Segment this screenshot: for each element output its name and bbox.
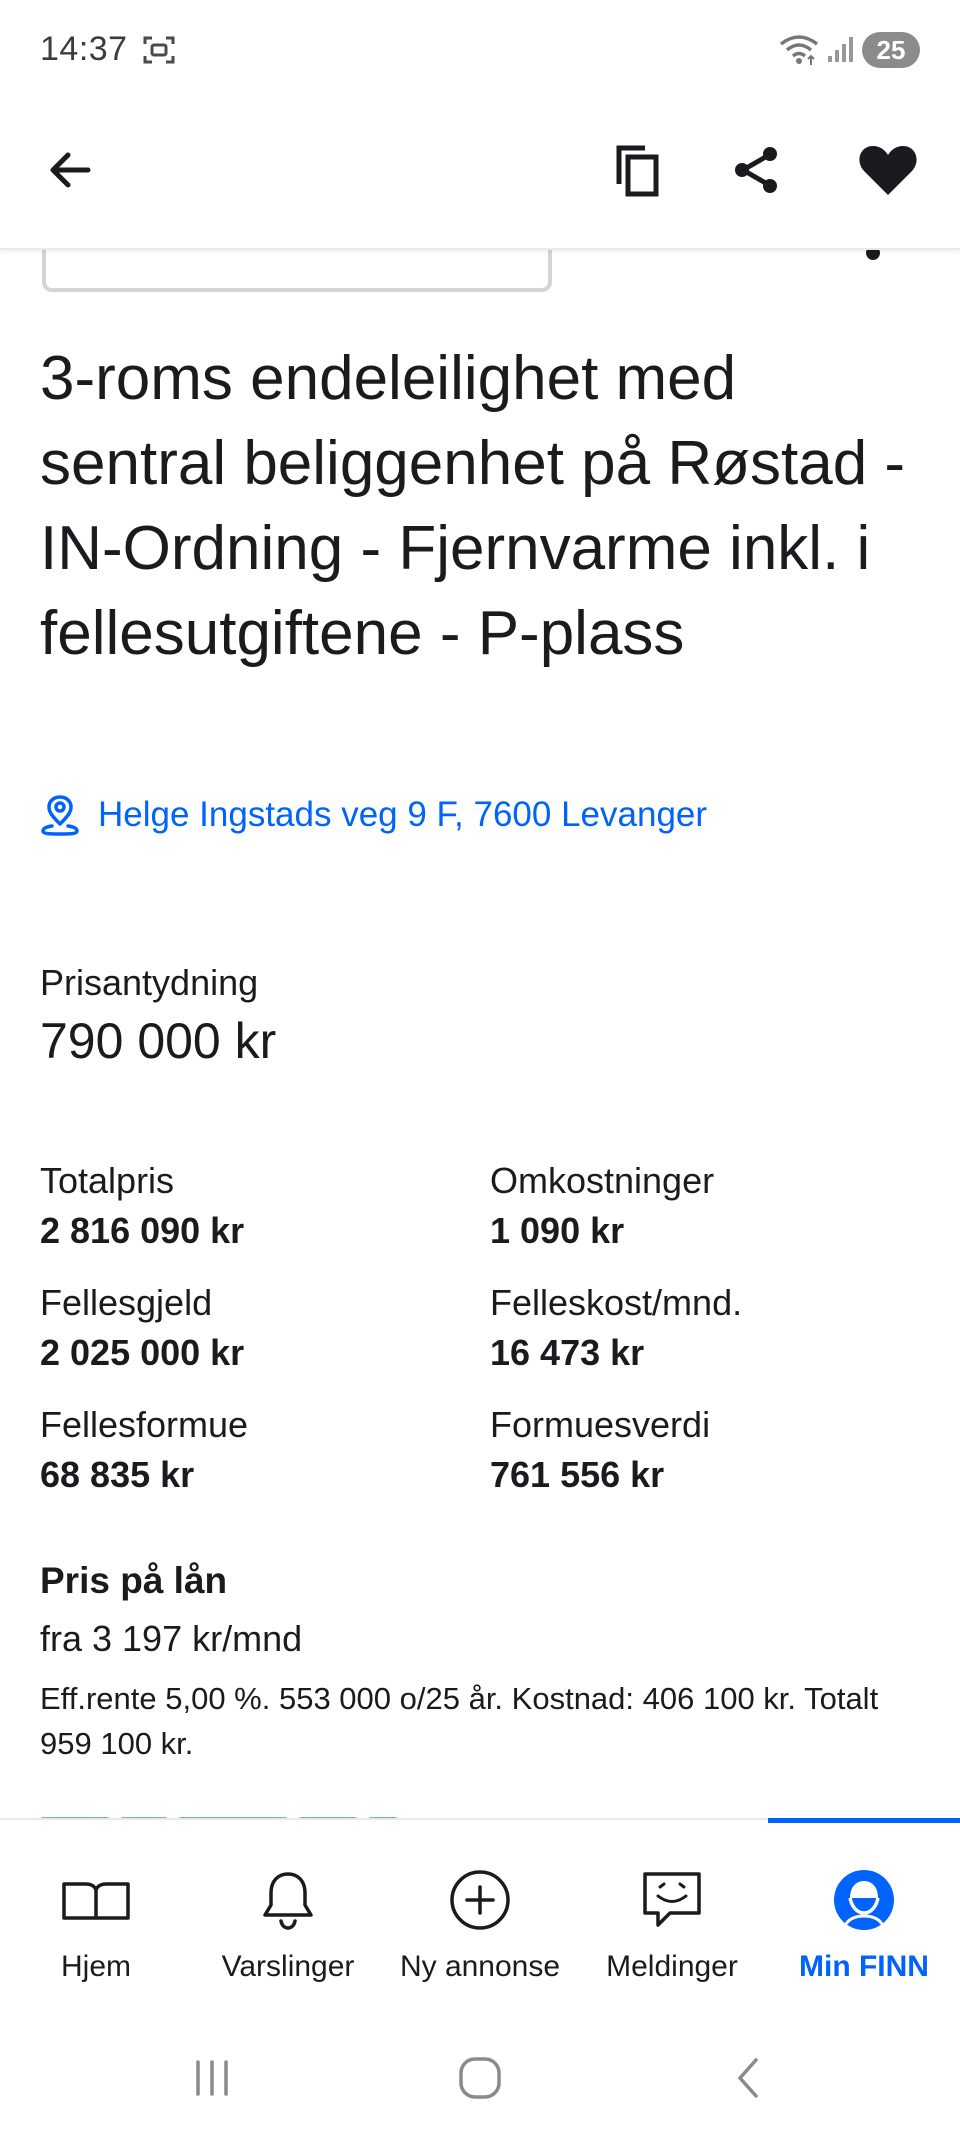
address-text: Helge Ingstads veg 9 F, 7600 Levanger: [98, 795, 708, 834]
fact-label: Formuesverdi: [490, 1404, 711, 1445]
copy-button[interactable]: [597, 130, 677, 210]
fact-felleskost: Felleskost/mnd. 16 473 kr: [490, 1278, 930, 1378]
favorite-button[interactable]: [848, 130, 928, 210]
nav-item-hjem[interactable]: Hjem: [0, 1820, 192, 2020]
share-button[interactable]: [716, 130, 796, 210]
wifi-icon: [778, 32, 820, 66]
fact-label: Felleskost/mnd.: [490, 1282, 743, 1323]
nav-label: Meldinger: [606, 1950, 738, 1983]
fact-omkostninger: Omkostninger 1 090 kr: [490, 1156, 930, 1256]
home-button[interactable]: [440, 2048, 520, 2108]
price-value: 790 000 kr: [40, 1013, 277, 1069]
recent-apps-button[interactable]: [172, 2048, 252, 2108]
fact-label: Totalpris: [40, 1160, 175, 1201]
fact-totalpris: Totalpris 2 816 090 kr: [40, 1156, 480, 1256]
fact-value: 1 090 kr: [490, 1210, 625, 1251]
fact-formuesverdi: Formuesverdi 761 556 kr: [490, 1400, 930, 1500]
heart-icon: [859, 146, 917, 195]
nav-item-meldinger[interactable]: Meldinger: [576, 1820, 768, 2020]
back-button[interactable]: [30, 130, 110, 210]
nav-label: Varslinger: [221, 1950, 355, 1983]
bottom-nav: Hjem Varslinger Ny annonse Meldinger Min…: [0, 1818, 960, 2018]
screen: 14:37 25 3-roms endeleilighet med sentra…: [0, 0, 960, 2140]
fact-fellesgjeld: Fellesgjeld 2 025 000 kr: [40, 1278, 480, 1378]
status-time: 14:37: [40, 30, 128, 68]
profile-icon: [824, 1860, 904, 1940]
recent-apps-icon: [196, 2060, 228, 2096]
location-pin-icon: [41, 795, 79, 836]
nav-item-min-finn[interactable]: Min FINN: [768, 1820, 960, 2020]
app-bar: [0, 100, 960, 250]
listing-title: 3-roms endeleilighet med sentral beligge…: [40, 344, 906, 668]
nav-label: Hjem: [60, 1950, 131, 1983]
battery-indicator: 25: [862, 32, 920, 68]
system-nav: [0, 2018, 960, 2140]
share-icon: [735, 147, 777, 193]
plus-circle-icon: [440, 1860, 520, 1940]
nav-label: Min FINN: [799, 1950, 929, 1983]
arrow-left-icon: [50, 152, 91, 188]
fact-value: 761 556 kr: [490, 1454, 665, 1495]
fact-value: 16 473 kr: [490, 1332, 645, 1373]
fact-label: Fellesgjeld: [40, 1282, 213, 1323]
status-bar: 14:37 25: [0, 0, 960, 100]
nav-item-varslinger[interactable]: Varslinger: [192, 1820, 384, 2020]
loan-detail: Eff.rente 5,00 %. 553 000 o/25 år. Kostn…: [40, 1681, 879, 1761]
copy-icon: [616, 145, 659, 197]
loan-title: Pris på lån: [40, 1560, 228, 1601]
address-link[interactable]: Helge Ingstads veg 9 F, 7600 Levanger: [40, 790, 707, 840]
price-label: Prisantydning: [40, 962, 259, 1003]
fact-label: Fellesformue: [40, 1404, 249, 1445]
screenshot-icon: [142, 34, 176, 66]
fact-value: 2 816 090 kr: [40, 1210, 245, 1251]
chat-icon: [632, 1860, 712, 1940]
fact-fellesformue: Fellesformue 68 835 kr: [40, 1400, 480, 1500]
home-circle-icon: [459, 2057, 501, 2099]
loan-monthly: fra 3 197 kr/mnd: [40, 1618, 303, 1659]
nav-item-ny-annonse[interactable]: Ny annonse: [384, 1820, 576, 2020]
system-back-button[interactable]: [708, 2048, 788, 2108]
signal-icon: [826, 34, 856, 64]
book-icon: [56, 1860, 136, 1940]
fact-value: 2 025 000 kr: [40, 1332, 245, 1373]
bell-icon: [248, 1860, 328, 1940]
fact-value: 68 835 kr: [40, 1454, 195, 1495]
nav-label: Ny annonse: [399, 1950, 561, 1983]
chevron-left-icon: [738, 2058, 758, 2098]
fact-label: Omkostninger: [490, 1160, 715, 1201]
